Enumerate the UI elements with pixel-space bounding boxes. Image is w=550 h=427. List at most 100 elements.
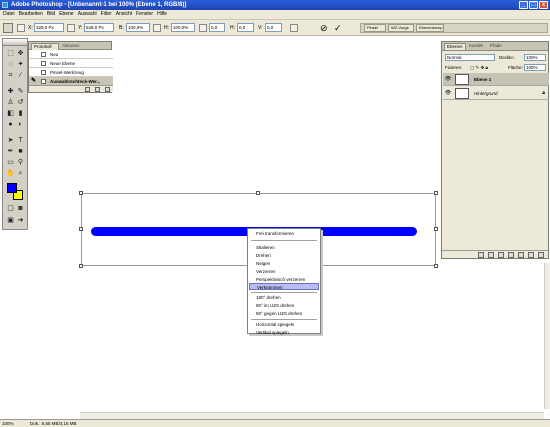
layer-row[interactable]: 👁︎ Hintergrund 🔒︎	[443, 87, 549, 100]
minimize-button[interactable]: _	[519, 1, 528, 9]
eraser-tool-icon[interactable]: ◧	[6, 109, 15, 118]
delete-state-icon[interactable]	[105, 87, 110, 92]
height-percent-field[interactable]: 100,0%	[171, 23, 195, 32]
new-snapshot-icon[interactable]	[95, 87, 100, 92]
transform-handle-top-left[interactable]	[79, 191, 83, 195]
tab-kanaele[interactable]: Kanäle	[467, 43, 487, 50]
menu-ansicht[interactable]: Ansicht	[114, 10, 134, 19]
quick-mask-icon[interactable]: ◙	[16, 204, 25, 213]
toolbox-header[interactable]	[3, 39, 27, 46]
context-menu-item[interactable]: 180° drehen	[249, 294, 319, 301]
close-button[interactable]: x	[539, 1, 548, 9]
commit-transform-icon[interactable]: ✓	[334, 23, 342, 33]
visibility-eye-icon[interactable]: 👁︎	[444, 90, 452, 97]
link-layers-icon[interactable]	[478, 252, 484, 258]
warp-mode-icon[interactable]	[290, 24, 298, 32]
h-skew-field[interactable]: 0,0	[237, 23, 254, 32]
move-tool-preset-icon[interactable]	[3, 23, 13, 33]
visibility-eye-icon[interactable]: 👁︎	[444, 76, 452, 83]
history-brush-icon[interactable]: ↺	[16, 98, 25, 107]
pen-tool-icon[interactable]: ✒	[6, 147, 15, 156]
history-state[interactable]: Neue Ebene	[29, 59, 113, 68]
vertical-scrollbar[interactable]	[544, 263, 550, 409]
hand-tool-icon[interactable]: ✋	[6, 169, 15, 178]
menu-datei[interactable]: Datei	[1, 10, 17, 19]
fill-field[interactable]: 100%	[524, 64, 546, 71]
history-brush-source-icon[interactable]: ✎	[31, 78, 36, 85]
well-tab-pinsel[interactable]: Pinsel	[364, 24, 386, 32]
menu-bearbeiten[interactable]: Bearbeiten	[17, 10, 45, 19]
context-menu-item[interactable]: Neigen	[249, 260, 319, 267]
reference-point-icon[interactable]	[17, 24, 25, 32]
context-menu-item[interactable]: Verzerren	[249, 268, 319, 275]
menu-fenster[interactable]: Fenster	[134, 10, 155, 19]
context-menu-item[interactable]: Verkrümmen	[249, 283, 319, 290]
notes-tool-icon[interactable]: ▭	[6, 158, 15, 167]
menu-filter[interactable]: Filter	[99, 10, 114, 19]
context-menu-item[interactable]: Horizontal spiegeln	[249, 321, 319, 328]
y-position-field[interactable]: 549,0 Px	[84, 23, 114, 32]
tab-ebenen[interactable]: Ebenen	[444, 43, 466, 50]
adjustment-layer-icon[interactable]	[508, 252, 514, 258]
new-layer-icon[interactable]	[528, 252, 534, 258]
well-tab-ebenenkomp[interactable]: Ebenenkomp.	[416, 24, 444, 32]
zoom-level[interactable]: 100%	[2, 420, 14, 427]
transform-handle-bottom-left[interactable]	[79, 264, 83, 268]
maximize-button[interactable]: □	[529, 1, 538, 9]
angle-field[interactable]: 0,0	[209, 23, 225, 32]
width-percent-field[interactable]: 100,0%	[126, 23, 150, 32]
tab-aktionen[interactable]: Aktionen	[60, 43, 88, 50]
move-tool-icon[interactable]: ✥	[16, 49, 25, 58]
slice-tool-icon[interactable]: ∕	[16, 71, 25, 80]
type-tool-icon[interactable]: T	[16, 136, 25, 145]
lock-icons[interactable]: ▢ ✎ ✥ 🔒︎	[470, 63, 488, 72]
eyedropper-icon[interactable]: ⚲	[16, 158, 25, 167]
transform-handle-top-right[interactable]	[434, 191, 438, 195]
lasso-tool-icon[interactable]: ◌	[6, 60, 15, 69]
well-tab-wz-vorgaben[interactable]: WZ-Vorgs	[388, 24, 414, 32]
blur-tool-icon[interactable]: ●	[6, 120, 15, 129]
brush-tool-icon[interactable]: ✎	[16, 87, 25, 96]
tab-protokoll[interactable]: Protokoll	[31, 43, 59, 50]
context-menu-item[interactable]: 90° gegen UZS drehen	[249, 310, 319, 317]
layer-mask-icon[interactable]	[498, 252, 504, 258]
relative-position-icon[interactable]	[67, 24, 75, 32]
delete-layer-icon[interactable]	[538, 252, 544, 258]
new-group-icon[interactable]	[518, 252, 524, 258]
transform-handle-bottom-right[interactable]	[434, 264, 438, 268]
history-state[interactable]: Pinsel-Werkzeug	[29, 68, 113, 77]
link-icon[interactable]	[153, 24, 161, 32]
dodge-tool-icon[interactable]: ◐	[16, 120, 25, 129]
context-menu-item[interactable]: Vertikal spiegeln	[249, 329, 319, 336]
v-skew-field[interactable]: 0,0	[265, 23, 282, 32]
layer-style-icon[interactable]	[488, 252, 494, 258]
menu-bild[interactable]: Bild	[45, 10, 57, 19]
transform-handle-middle-right[interactable]	[434, 227, 438, 231]
horizontal-scrollbar[interactable]	[80, 412, 544, 419]
menu-hilfe[interactable]: Hilfe	[155, 10, 169, 19]
marquee-tool-icon[interactable]: ⬚	[6, 49, 15, 58]
magic-wand-icon[interactable]: ✦	[16, 60, 25, 69]
menu-ebene[interactable]: Ebene	[57, 10, 75, 19]
new-document-icon[interactable]	[85, 87, 90, 92]
context-menu-item[interactable]: Skalieren	[249, 244, 319, 251]
crop-tool-icon[interactable]: ⌗	[6, 71, 15, 80]
screen-mode-icon[interactable]: ▣	[6, 216, 15, 225]
context-menu-item[interactable]: Perspektivisch verzerren	[249, 276, 319, 283]
shape-tool-icon[interactable]: ■	[16, 147, 25, 156]
context-menu-item[interactable]: Drehen	[249, 252, 319, 259]
transform-handle-middle-left[interactable]	[79, 227, 83, 231]
clone-stamp-icon[interactable]: ♙	[6, 98, 15, 107]
history-state[interactable]: Neu	[29, 50, 113, 59]
zoom-tool-icon[interactable]: ⌕	[16, 169, 25, 178]
blend-mode-select[interactable]: Normal	[445, 54, 495, 61]
menu-auswahl[interactable]: Auswahl	[76, 10, 99, 19]
context-menu-item[interactable]: Frei transformieren	[249, 230, 319, 237]
transform-handle-top-center[interactable]	[256, 191, 260, 195]
gradient-tool-icon[interactable]: ▮	[16, 109, 25, 118]
standard-mode-icon[interactable]: ▢	[6, 204, 15, 213]
tab-pfade[interactable]: Pfade	[488, 43, 506, 50]
opacity-field[interactable]: 100%	[524, 54, 546, 61]
foreground-color-swatch[interactable]	[7, 183, 17, 193]
context-menu-item[interactable]: 90° im UZS drehen	[249, 302, 319, 309]
